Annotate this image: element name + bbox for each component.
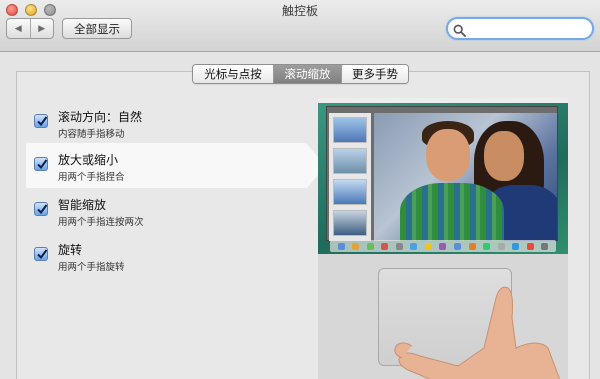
thumbnail-image (333, 210, 367, 236)
preview-menubar (318, 98, 568, 103)
back-forward-control: ◀ ▶ (6, 18, 54, 39)
checkmark-icon (37, 204, 48, 215)
option-scroll-direction[interactable]: 滚动方向：自然 内容随手指移动 (26, 100, 306, 145)
hand-gesture-image (394, 286, 561, 379)
tab-bar: 光标与点按 滚动缩放 更多手势 (192, 64, 409, 84)
back-button[interactable]: ◀ (7, 19, 30, 38)
checkmark-icon (37, 249, 48, 260)
rotate-checkbox[interactable] (34, 247, 48, 261)
checkmark-icon (37, 159, 48, 170)
option-subtitle: 用两个手指捏合 (58, 172, 125, 183)
smart-zoom-checkbox[interactable] (34, 202, 48, 216)
option-zoom-in-out[interactable]: 放大或缩小 用两个手指捏合 (26, 143, 326, 189)
search-input[interactable] (446, 17, 594, 40)
option-smart-zoom[interactable]: 智能缩放 用两个手指连按两次 (26, 188, 306, 233)
option-title: 滚动方向：自然 (58, 110, 143, 124)
thumbnail-image (333, 148, 367, 174)
preview-dock (330, 240, 556, 252)
option-subtitle: 内容随手指移动 (58, 129, 125, 140)
tab-scroll-and-zoom[interactable]: 滚动缩放 (273, 65, 341, 83)
option-title: 智能缩放 (58, 198, 107, 212)
option-subtitle: 用两个手指旋转 (58, 262, 125, 273)
tab-more-gestures[interactable]: 更多手势 (341, 65, 408, 83)
forward-button[interactable]: ▶ (29, 19, 54, 38)
scroll-direction-checkbox[interactable] (34, 114, 48, 128)
window-toolbar: 触控板 ◀ ▶ 全部显示 (0, 0, 600, 52)
preview-main-photo (374, 113, 557, 241)
preview-photo-window (326, 106, 558, 241)
tab-point-and-click[interactable]: 光标与点按 (193, 65, 273, 83)
zoom-in-out-checkbox[interactable] (34, 157, 48, 171)
checkmark-icon (37, 116, 48, 127)
option-title: 放大或缩小 (58, 153, 119, 167)
thumbnail-image (333, 117, 367, 143)
option-subtitle: 用两个手指连按两次 (58, 217, 144, 228)
preview-screen-image (318, 98, 568, 254)
search-icon (453, 22, 466, 37)
show-all-button[interactable]: 全部显示 (62, 18, 132, 39)
option-rotate[interactable]: 旋转 用两个手指旋转 (26, 233, 306, 278)
preview-thumbnail-sidebar (329, 113, 371, 241)
option-title: 旋转 (58, 243, 83, 257)
thumbnail-image (333, 179, 367, 205)
gesture-preview (318, 98, 568, 379)
